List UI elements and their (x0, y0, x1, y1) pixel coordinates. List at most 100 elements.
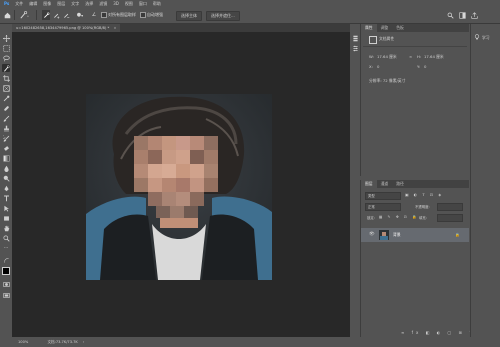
quick-selection-tool-preset-icon[interactable] (18, 10, 30, 20)
tab-properties[interactable]: 属性 (361, 24, 377, 32)
menu-item-3d[interactable]: 3D (113, 1, 119, 6)
auto-enhance-checkbox[interactable] (140, 12, 146, 18)
learn-panel: 学习 (470, 24, 500, 337)
properties-panel-icon[interactable] (351, 44, 359, 52)
layer-kind-label: 类型 (368, 194, 375, 198)
rectangle-tool-icon[interactable] (2, 214, 10, 222)
lightbulb-icon[interactable] (474, 34, 480, 40)
screen-mode-icon[interactable] (2, 291, 10, 299)
dodge-tool-icon[interactable] (2, 174, 10, 182)
crop-tool-icon[interactable] (2, 74, 10, 82)
search-icon[interactable] (446, 10, 454, 20)
learn-title[interactable]: 学习 (482, 35, 490, 41)
subtract-from-selection-icon[interactable] (62, 10, 70, 20)
history-panel-icon[interactable] (351, 34, 359, 42)
clone-stamp-tool-icon[interactable] (2, 124, 10, 132)
quick-mask-icon[interactable] (2, 280, 10, 288)
share-icon[interactable] (470, 10, 478, 20)
pen-tool-icon[interactable] (2, 184, 10, 192)
y-label: Y: (417, 64, 421, 69)
menu-item-filter[interactable]: 滤镜 (99, 1, 107, 7)
height-label: H: (417, 54, 422, 59)
healing-brush-tool-icon[interactable] (2, 104, 10, 112)
gradient-tool-icon[interactable] (2, 154, 10, 162)
select-subject-button[interactable]: 选择主体 (176, 11, 202, 21)
tab-paths[interactable]: 路径 (392, 180, 408, 188)
menu-item-select[interactable]: 选择 (85, 1, 93, 7)
width-value[interactable]: 17.64 厘米 (377, 54, 397, 60)
lasso-tool-icon[interactable] (2, 54, 10, 62)
menu-item-type[interactable]: 文字 (71, 1, 79, 7)
document-properties-label: 文档属性 (379, 36, 395, 41)
height-value[interactable]: 17.64 厘米 (424, 54, 444, 60)
blend-mode-select[interactable]: 正常 (365, 203, 401, 211)
close-icon[interactable]: × (113, 26, 116, 30)
path-selection-tool-icon[interactable] (2, 204, 10, 212)
link-icon[interactable]: ∞ (409, 54, 412, 59)
select-and-mask-button[interactable]: 选择并遮住... (206, 11, 240, 21)
resolution-text: 分辨率: 72 像素/英寸 (369, 78, 406, 83)
type-tool-icon[interactable] (2, 194, 10, 202)
fill-field[interactable] (437, 214, 463, 222)
sample-all-layers-checkbox[interactable] (101, 12, 107, 18)
history-brush-tool-icon[interactable] (2, 134, 10, 142)
brush-size-icon[interactable]: ● ▾ (74, 10, 86, 20)
x-label: X: (369, 64, 373, 69)
tab-swatches[interactable]: 色板 (392, 24, 408, 32)
sample-all-layers-option[interactable]: 对所有图层取样 (101, 10, 136, 20)
eyedropper-tool-icon[interactable] (2, 94, 10, 102)
opacity-field[interactable] (437, 203, 463, 211)
layer-row-background[interactable]: 👁 背景 🔒 (361, 228, 469, 242)
width-label: W: (369, 54, 374, 59)
layer-thumbnail (379, 230, 389, 240)
status-arrow-icon[interactable]: › (83, 340, 84, 344)
menu-item-view[interactable]: 视图 (125, 1, 133, 7)
panel-dock-icons (350, 24, 360, 337)
zoom-level[interactable]: 100% (18, 340, 28, 344)
menu-item-image[interactable]: 图像 (43, 1, 51, 7)
frame-tool-icon[interactable] (2, 84, 10, 92)
swap-colors-icon[interactable] (2, 256, 10, 264)
eye-icon[interactable]: 👁 (369, 232, 375, 237)
menu-item-layer[interactable]: 图层 (57, 1, 65, 7)
tab-layers[interactable]: 图层 (361, 180, 377, 188)
tab-adjustments[interactable]: 调整 (377, 24, 393, 32)
marquee-tool-icon[interactable] (2, 44, 10, 52)
layer-name[interactable]: 背景 (393, 232, 401, 238)
blur-tool-icon[interactable] (2, 164, 10, 172)
layers-bottom-icons[interactable]: ∞ fx ◧ ◐ ▢ ⊞ 🗑 (401, 330, 477, 335)
eraser-tool-icon[interactable] (2, 144, 10, 152)
auto-enhance-option[interactable]: 自动增强 (140, 10, 163, 20)
document-tab-bar: u=1602482658,1634479965.png @ 100%(RGB/8… (12, 24, 360, 32)
move-tool-icon[interactable] (2, 34, 10, 42)
home-icon[interactable] (3, 10, 11, 20)
properties-panel: 属性 调整 色板 文档属性 W: 17.64 厘米 ∞ H: 17.64 厘米 … (360, 24, 469, 176)
quick-selection-tool-icon[interactable] (2, 64, 10, 72)
hand-tool-icon[interactable] (2, 224, 10, 232)
document-tab[interactable]: u=1602482658,1634479965.png @ 100%(RGB/8… (12, 24, 121, 32)
lock-label: 锁定: (367, 216, 375, 220)
menu-item-window[interactable]: 窗口 (139, 1, 147, 7)
tab-channels[interactable]: 通道 (377, 180, 393, 188)
status-bar: 100% 文档:73.7K/73.7K › (12, 337, 360, 347)
document-tab-label: u=1602482658,1634479965.png @ 100%(RGB/8… (16, 26, 110, 30)
brush-tool-icon[interactable] (2, 114, 10, 122)
layers-panel-tabs: 图层 通道 路径 (361, 180, 469, 188)
layer-kind-filter[interactable]: 类型 (365, 192, 401, 200)
y-value[interactable]: 0 (424, 64, 426, 69)
menu-item-help[interactable]: 帮助 (153, 1, 161, 7)
new-selection-icon[interactable] (42, 10, 50, 20)
brush-angle-icon[interactable]: ∠ (90, 10, 98, 20)
menu-item-edit[interactable]: 编辑 (29, 1, 37, 7)
workspace-icon[interactable] (458, 10, 466, 20)
more-tools-icon[interactable]: ··· (2, 244, 10, 252)
x-value[interactable]: 0 (377, 64, 379, 69)
menu-item-file[interactable]: 文件 (15, 1, 23, 7)
layer-filter-icons[interactable]: ▣ ◐ T ⊡ ◈ (405, 192, 443, 197)
foreground-color-swatch[interactable] (2, 267, 10, 275)
zoom-tool-icon[interactable] (2, 234, 10, 242)
lock-icons[interactable]: ▦ ✎ ✥ ⊡ 🔒 (379, 215, 418, 219)
document-image[interactable] (86, 94, 272, 280)
properties-panel-tabs: 属性 调整 色板 (361, 24, 469, 32)
add-to-selection-icon[interactable] (52, 10, 60, 20)
